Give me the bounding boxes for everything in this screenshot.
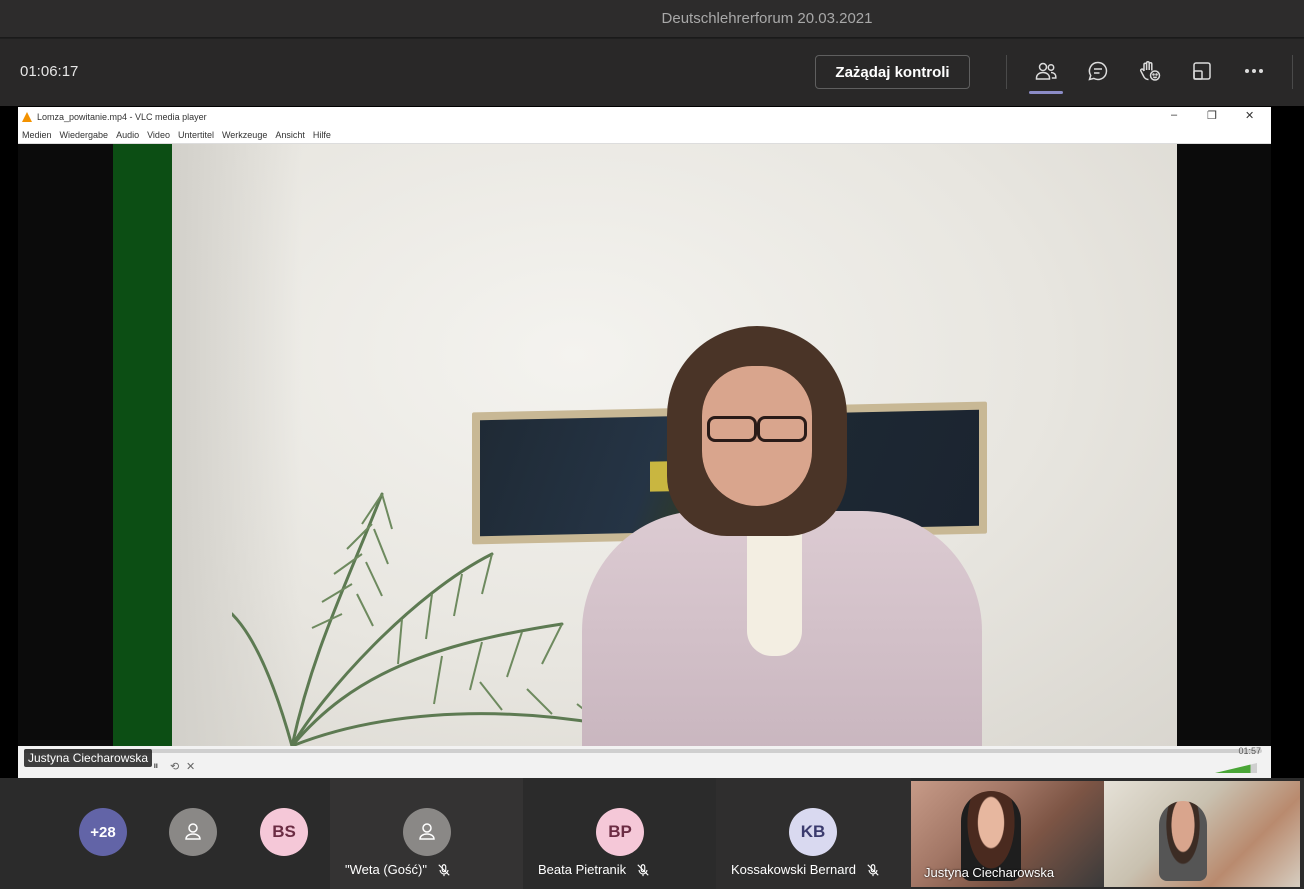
participant-name: Beata Pietranik	[538, 862, 650, 877]
mic-off-icon	[637, 863, 649, 876]
vlc-menu-video[interactable]: Video	[147, 130, 170, 140]
presenter-glasses	[704, 416, 810, 442]
vlc-menu-hilfe[interactable]: Hilfe	[313, 130, 331, 140]
vlc-titlebar: Lomza_powitanie.mp4 - VLC media player –…	[18, 107, 1271, 126]
green-side-bar	[113, 144, 172, 746]
person-icon	[185, 823, 201, 840]
more-participants-button[interactable]: +28	[79, 808, 127, 856]
vlc-menu-medien[interactable]: Medien	[22, 130, 52, 140]
participant-name-text: Beata Pietranik	[538, 862, 627, 877]
palm-plant	[232, 492, 604, 746]
participant-tile-beata[interactable]: BP Beata Pietranik	[523, 778, 716, 889]
generic-avatar	[169, 808, 217, 856]
close-icon[interactable]: ✕	[1245, 109, 1254, 122]
vlc-menu-audio[interactable]: Audio	[116, 130, 139, 140]
view-layout-icon[interactable]	[1188, 57, 1216, 85]
presenter-shirt	[747, 526, 802, 656]
participant-video-figure	[1159, 801, 1207, 881]
participant-strip: +28 BS "Weta (Gość)" BP Beata Pietranik	[0, 778, 1304, 889]
meeting-timer: 01:06:17	[20, 63, 79, 80]
vlc-menubar: Medien Wiedergabe Audio Video Untertitel…	[18, 126, 1271, 144]
mic-off-icon	[438, 863, 450, 876]
avatar-bs: BS	[260, 808, 308, 856]
presenter-name-tag: Justyna Ciecharowska	[24, 749, 153, 767]
minimize-icon[interactable]: –	[1171, 109, 1177, 121]
room-background	[172, 144, 1177, 746]
request-control-button[interactable]: Zażądaj kontroli	[815, 55, 970, 89]
participant-name: "Weta (Gość)"	[345, 862, 451, 877]
toolbar-divider-right	[1292, 55, 1293, 89]
vlc-menu-untertitel[interactable]: Untertitel	[178, 130, 214, 140]
vlc-menu-wiedergabe[interactable]: Wiedergabe	[60, 130, 109, 140]
person-icon	[419, 823, 435, 840]
vlc-seek-bar[interactable]	[24, 749, 1262, 753]
vlc-loop-icon[interactable]: ⟲	[170, 760, 179, 773]
vlc-controls: 01:57 ⏸ ⟲ ✕	[18, 746, 1271, 778]
participant-name-text: Kossakowski Bernard	[731, 862, 856, 877]
window-titlebar: Deutschlehrerforum 20.03.2021	[0, 0, 1304, 38]
vlc-volume-slider[interactable]	[1215, 763, 1257, 773]
toolbar-divider	[1006, 55, 1007, 89]
participant-name: Justyna Ciecharowska	[924, 865, 1055, 880]
meeting-toolbar: 01:06:17 Zażądaj kontroli	[0, 39, 1304, 106]
shared-vlc-window: Lomza_powitanie.mp4 - VLC media player –…	[18, 107, 1271, 778]
vlc-shuffle-icon[interactable]: ✕	[186, 760, 195, 773]
restore-icon[interactable]: ❐	[1207, 109, 1217, 122]
vlc-playlist-icon[interactable]: ⏸	[153, 760, 159, 773]
more-options-icon[interactable]	[1240, 57, 1268, 85]
generic-avatar	[403, 808, 451, 856]
chat-icon[interactable]	[1084, 57, 1112, 85]
shared-screen-stage: Lomza_powitanie.mp4 - VLC media player –…	[0, 106, 1304, 778]
vlc-total-time: 01:57	[1238, 746, 1261, 756]
vlc-window-title: Lomza_powitanie.mp4 - VLC media player	[37, 111, 207, 122]
reactions-icon[interactable]	[1136, 57, 1164, 85]
video-tile-justyna[interactable]: Justyna Ciecharowska	[911, 781, 1104, 887]
vlc-menu-werkzeuge[interactable]: Werkzeuge	[222, 130, 267, 140]
participant-name-text: "Weta (Gość)"	[345, 862, 427, 877]
meeting-title: Deutschlehrerforum 20.03.2021	[661, 10, 873, 27]
vlc-cone-icon	[22, 111, 32, 122]
people-icon[interactable]	[1029, 57, 1063, 94]
participant-tile-kossakowski[interactable]: KB Kossakowski Bernard	[716, 778, 911, 889]
video-frame	[113, 144, 1177, 746]
mic-off-icon	[867, 863, 879, 876]
presenter-figure	[582, 326, 982, 746]
participant-name: Kossakowski Bernard	[731, 862, 880, 877]
avatar-bp: BP	[596, 808, 644, 856]
avatar-kb: KB	[789, 808, 837, 856]
participant-tile-weta[interactable]: "Weta (Gość)"	[330, 778, 523, 889]
video-tile-participant[interactable]	[1104, 781, 1300, 887]
vlc-menu-ansicht[interactable]: Ansicht	[275, 130, 305, 140]
